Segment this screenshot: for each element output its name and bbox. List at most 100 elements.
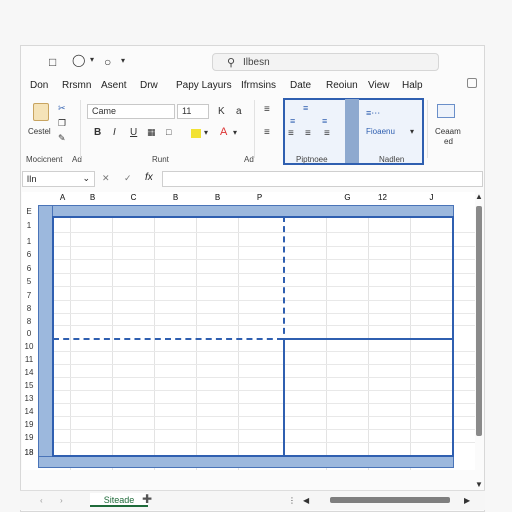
borders-icon[interactable]: ▦ [147,127,156,138]
number-format-label[interactable]: Fioaenu [366,127,395,136]
row-header[interactable]: 8 [22,317,36,326]
font-name-input[interactable]: Came [87,104,175,119]
vertical-scrollbar[interactable]: ▲ ▼ [475,192,483,492]
row-header[interactable]: 14 [22,407,36,416]
menu-item-insert[interactable]: Rrsmn [62,80,91,91]
row-header[interactable]: 11 [22,355,36,364]
highlight-color-icon[interactable] [191,129,201,138]
cells-label[interactable]: Ceaam [435,127,461,136]
name-box[interactable]: lIn ⌄ [22,171,95,187]
row-header[interactable]: 19 [22,433,36,442]
align-right-icon[interactable]: ≡ [305,128,311,139]
justify-icon[interactable]: ≡ [324,128,330,139]
scrollbar-thumb[interactable] [476,206,482,436]
sheet-tab-bar: ‹ › Siteade ✚ ⋮ ◀ ▶ [20,490,485,510]
row-header[interactable]: 13 [22,394,36,403]
menu-item-home[interactable]: Don [30,80,48,91]
row-header[interactable]: 10 [22,342,36,351]
format-painter-icon[interactable]: ✎ [58,133,66,144]
wrap-text-icon[interactable]: ≡ [290,116,295,126]
font-size-input[interactable]: 11 [177,104,209,119]
save-icon[interactable]: □ [49,55,56,69]
menu-item-formulas[interactable]: Ifrmsins [241,80,276,91]
more-options-icon[interactable]: ⋮ [288,496,296,505]
cut-icon[interactable]: ✂ [58,103,66,114]
align-top-icon[interactable]: ≡ [264,104,270,115]
sheet-tab[interactable]: Siteade [90,493,148,507]
column-header[interactable]: B [194,192,241,204]
copy-icon[interactable]: ❐ [58,118,66,129]
fill-color-icon[interactable]: □ [166,127,171,137]
row-header[interactable]: 6 [22,250,36,259]
undo-icon[interactable]: ◯ [72,53,85,67]
scrollbar-thumb[interactable] [330,497,450,503]
next-sheet-icon[interactable]: › [60,496,63,505]
row-header[interactable]: 1 [22,221,36,230]
dropdown-icon[interactable]: ▾ [204,128,208,137]
scroll-right-icon[interactable]: ▶ [464,496,470,505]
cell-styles-icon[interactable] [437,104,455,118]
number-format-icon[interactable]: ≡⋯ [366,108,380,119]
highlight-group-label: Piptnoee [296,155,328,164]
number-format-launcher-icon[interactable]: ▾ [410,127,414,136]
italic-button[interactable]: I [113,127,116,138]
formula-input[interactable] [162,171,483,187]
menu-item-draw-2[interactable]: Drw [140,80,158,91]
plus-icon[interactable]: ✚ [142,492,152,506]
prev-sheet-icon[interactable]: ‹ [40,496,43,505]
paste-label[interactable]: Cestel [28,127,51,136]
menu-item-help[interactable]: Halp [402,80,423,91]
menu-item-review[interactable]: Reoiun [326,80,358,91]
selection-frame[interactable] [52,216,454,457]
paste-icon[interactable] [33,103,49,121]
customize-icon[interactable]: ▾ [121,56,125,65]
column-header[interactable]: J [408,192,455,204]
search-box[interactable]: ⚲ Ilbesn [212,53,439,71]
row-header[interactable]: 0 [22,329,36,338]
row-header[interactable]: 18 [22,448,36,457]
row-header[interactable]: 1 [22,237,36,246]
column-header[interactable]: B [152,192,199,204]
column-header[interactable] [283,192,330,204]
menu-item-view[interactable]: View [368,80,390,91]
enter-icon[interactable]: ✓ [124,173,132,184]
row-header[interactable]: 15 [22,381,36,390]
font-color-icon[interactable]: A [220,126,227,138]
search-input[interactable]: Ilbesn [243,57,270,68]
align-left-icon[interactable]: ≡ [264,127,270,138]
dropdown-icon[interactable]: ▾ [233,128,237,137]
horizontal-scrollbar[interactable] [320,497,460,503]
row-header[interactable]: 19 [22,420,36,429]
chevron-down-icon[interactable]: ⌄ [82,173,90,184]
row-header[interactable]: 14 [22,368,36,377]
grow-font-button[interactable]: K [218,106,225,117]
cancel-icon[interactable]: ✕ [102,173,110,184]
underline-button[interactable]: U [130,127,137,138]
bold-button[interactable]: B [94,127,101,138]
scroll-up-icon[interactable]: ▲ [475,192,483,201]
column-header[interactable]: B [69,192,116,204]
row-header[interactable]: E [22,207,36,216]
page-break-horizontal [53,338,283,340]
merge-icon[interactable]: ≡ [322,116,327,126]
ribbon-options-icon[interactable] [467,78,477,88]
insert-function-icon[interactable]: fx [145,172,153,183]
row-header[interactable]: 5 [22,277,36,286]
align-center-icon[interactable]: ≡ [288,128,294,139]
row-header[interactable]: 7 [22,291,36,300]
row-header[interactable]: 8 [22,304,36,313]
column-header[interactable]: 12 [359,192,406,204]
menu-item-page-layout[interactable]: Papy Layurs [176,80,232,91]
dropdown-icon[interactable]: ▾ [90,55,94,64]
menu-item-draw[interactable]: Asent [101,80,127,91]
row-header[interactable]: 6 [22,264,36,273]
scroll-left-icon[interactable]: ◀ [303,496,309,505]
redo-icon[interactable]: ○ [104,55,111,69]
orientation-icon[interactable]: ≡ [303,103,308,113]
column-header[interactable]: P [236,192,283,204]
scroll-down-icon[interactable]: ▼ [475,480,483,489]
menu-bar: Don Rrsmn Asent Drw Papy Layurs Ifrmsins… [20,78,485,94]
shrink-font-button[interactable]: a [236,106,242,117]
menu-item-data[interactable]: Date [290,80,311,91]
column-header[interactable]: C [110,192,157,204]
